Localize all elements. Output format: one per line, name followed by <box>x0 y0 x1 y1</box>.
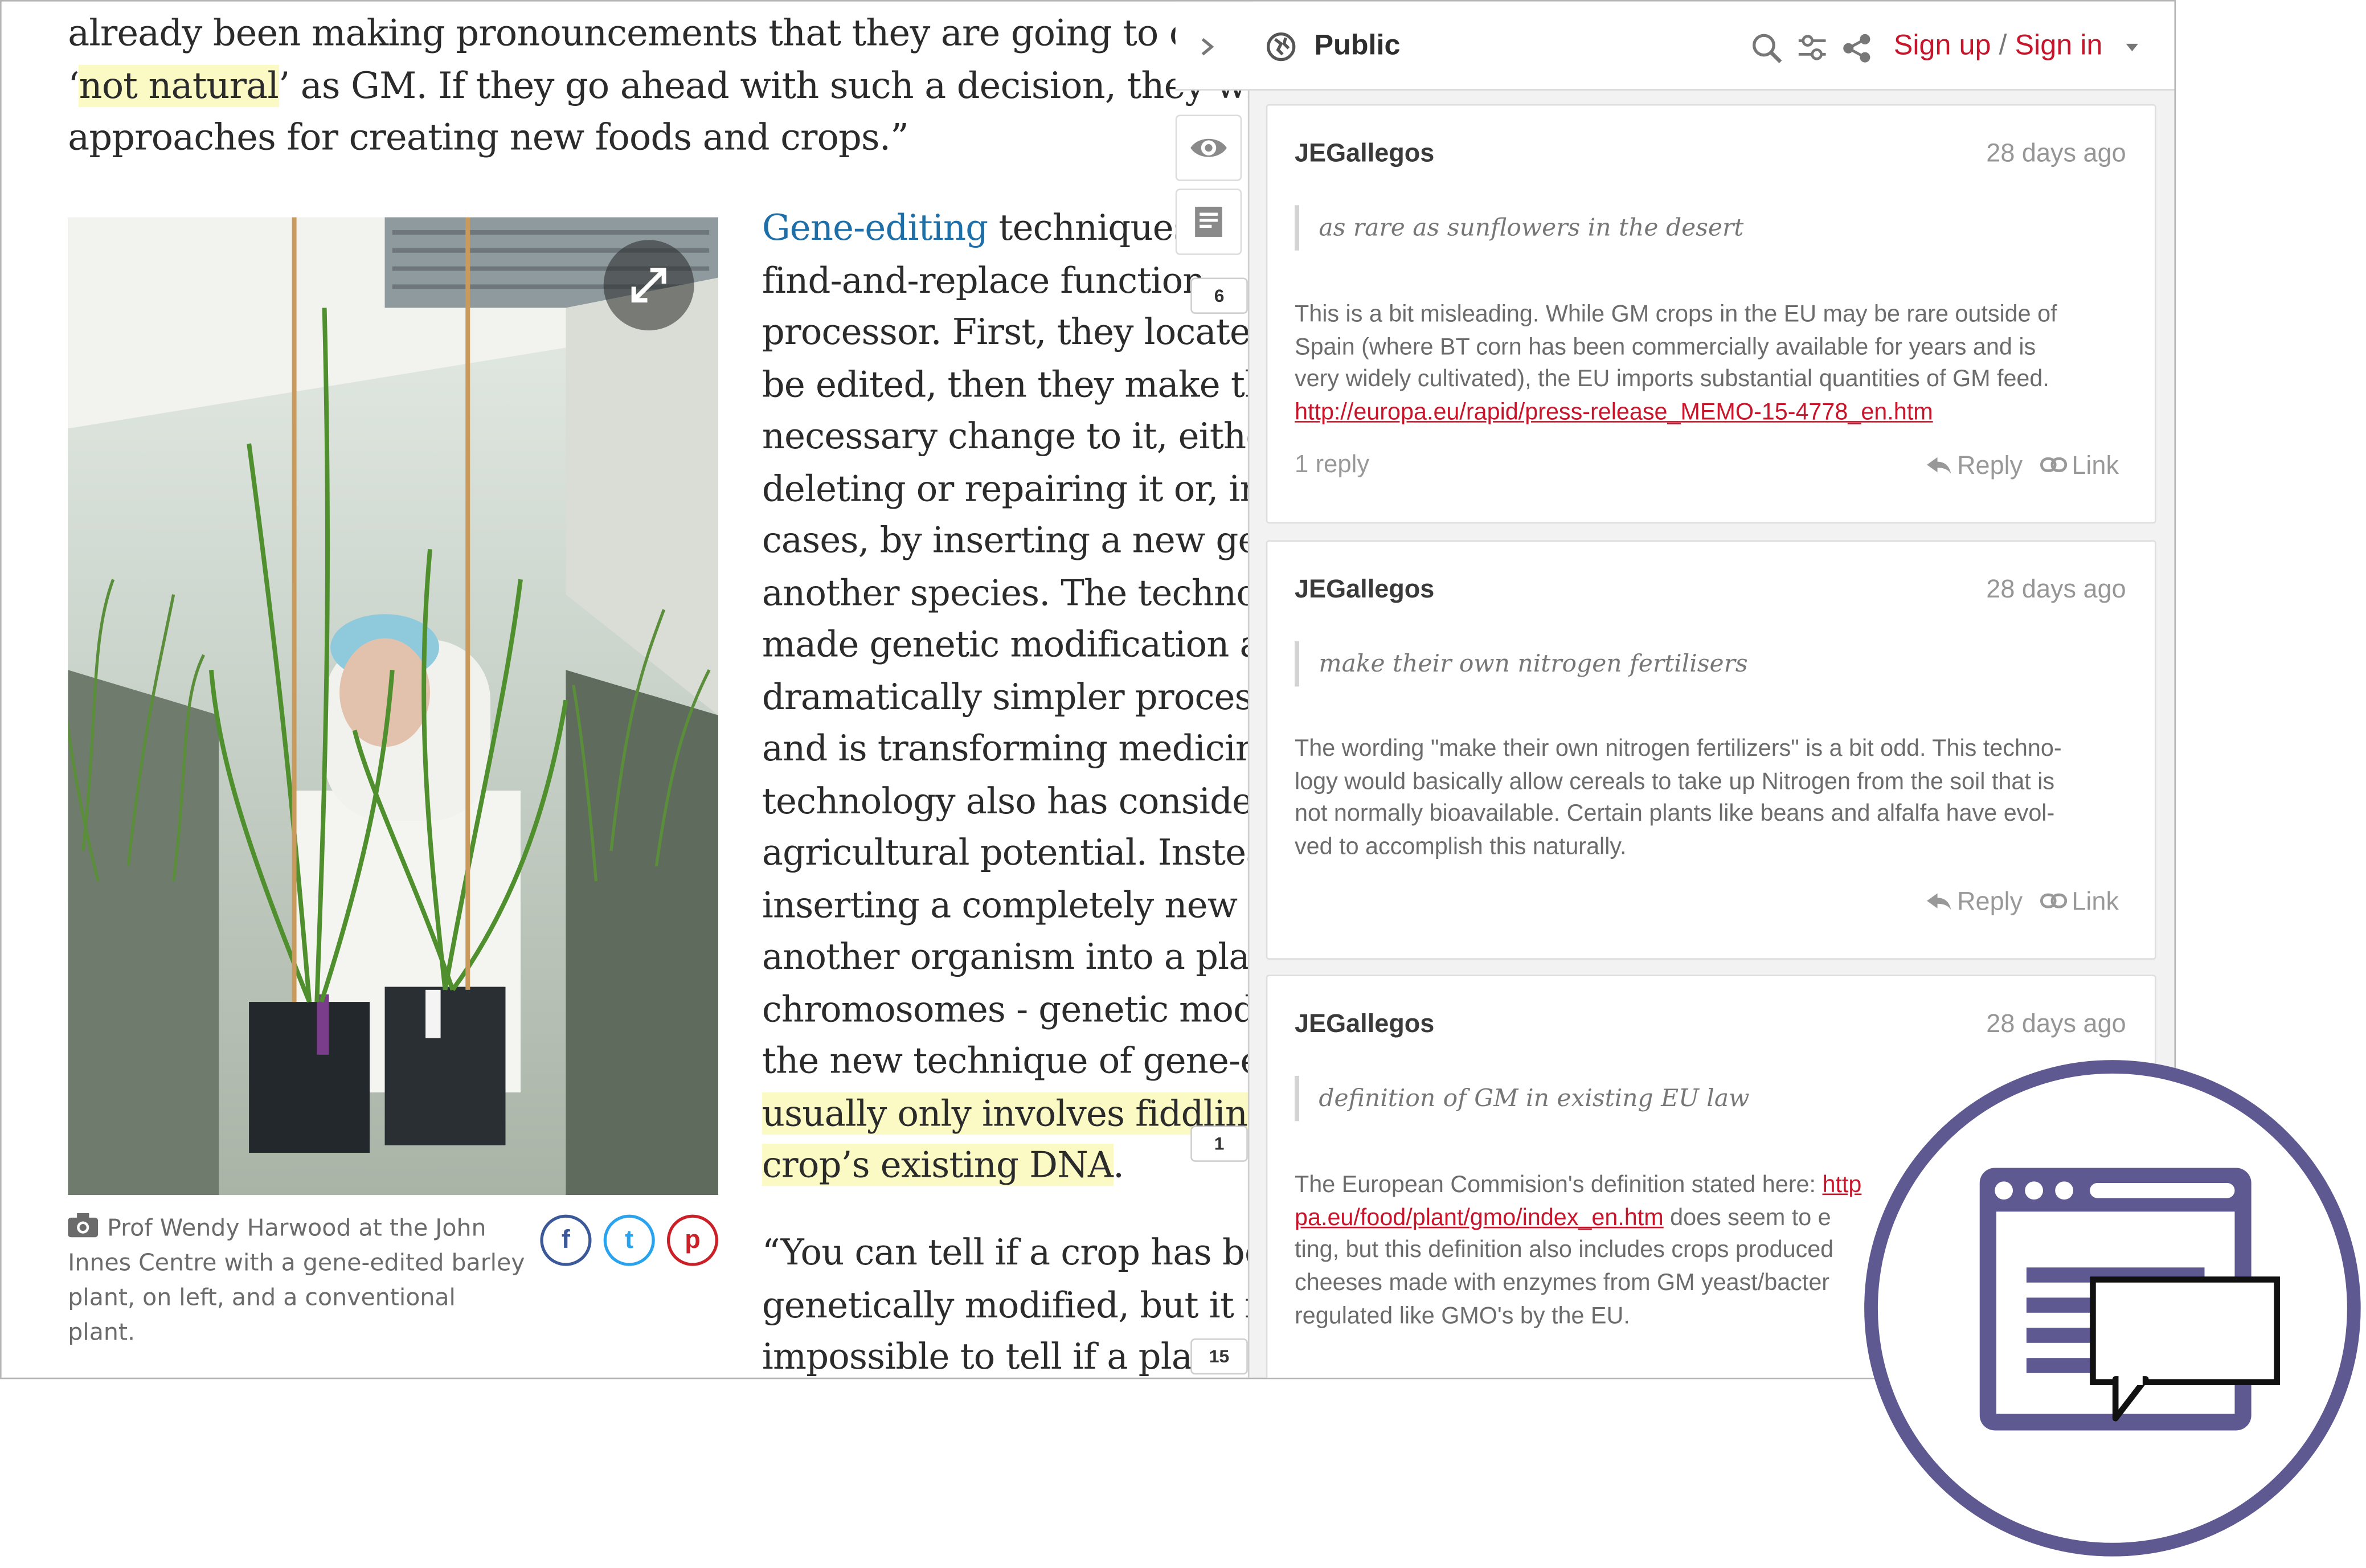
stage: already been making pronouncements that … <box>0 0 2366 1560</box>
annotation-quote: as rare as sunflowers in the desert <box>1295 205 1743 251</box>
filter-icon[interactable] <box>1796 32 1829 65</box>
body-line: the new technique of gene-ed <box>762 1039 1254 1082</box>
auth-links: Sign up / Sign in <box>1893 30 2103 62</box>
annotation-timestamp[interactable]: 28 days ago <box>1986 575 2126 605</box>
body-line: dramatically simpler process t <box>762 675 1254 718</box>
share-link-button[interactable]: Link <box>2040 887 2119 918</box>
reply-icon <box>1927 893 1951 910</box>
annotation-link[interactable]: http://europa.eu/rapid/press-release_MEM… <box>1295 400 1933 425</box>
intro-paragraph: already been making pronouncements that … <box>68 7 1254 163</box>
annotation-body: The wording "make their own nitrogen fer… <box>1295 736 2062 861</box>
annotation-count-badge[interactable]: 6 <box>1190 277 1248 314</box>
sidebar-top-bar: Public Sign up / Sign in <box>1175 1 2175 91</box>
annotation-quote: make their own nitrogen fertilisers <box>1295 641 1748 687</box>
signup-link[interactable]: Sign up <box>1894 30 1991 62</box>
highlighted-text[interactable]: crop’s existing DNA <box>762 1144 1114 1186</box>
reply-icon <box>1927 457 1951 474</box>
highlighted-text[interactable]: usually only involves fiddling <box>762 1091 1254 1134</box>
quote-line: impossible to tell if a plant <box>762 1335 1229 1378</box>
annotation-card[interactable]: JEGallegos 28 days ago as rare as sunflo… <box>1266 104 2156 524</box>
reply-button[interactable]: Reply <box>1925 887 2023 918</box>
intro-line: approaches for creating new foods and cr… <box>68 116 909 159</box>
intro-line: ‘not natural’ as GM. If they go ahead wi… <box>68 64 1254 107</box>
annotation-username[interactable]: JEGallegos <box>1295 139 1434 169</box>
greenhouse-photo <box>68 217 719 1196</box>
annotation-username[interactable]: JEGallegos <box>1295 1009 1434 1039</box>
body-line: be edited, then they make the <box>762 363 1254 406</box>
body-line: find-and-replace function <box>762 259 1206 301</box>
article-quote: “You can tell if a crop has bee genetica… <box>762 1227 1254 1378</box>
body-line: usually only involves fiddling <box>762 1087 1254 1139</box>
annotation-badge-icon <box>1864 1060 2361 1557</box>
body-line: chromosomes - genetic modifi <box>762 987 1254 1030</box>
globe-icon <box>1267 32 1296 62</box>
caption-text: Prof Wendy Harwood at the John Innes Cen… <box>68 1214 525 1346</box>
highlighted-text[interactable]: not natural <box>79 64 279 107</box>
pinterest-share-button[interactable]: p <box>666 1214 719 1266</box>
annotation-card[interactable]: JEGallegos 28 days ago make their own ni… <box>1266 540 2156 960</box>
body-line: and is transforming medicine <box>762 727 1254 770</box>
link-icon <box>2040 893 2068 908</box>
reply-button[interactable]: Reply <box>1925 451 2023 481</box>
annotation-badge <box>1859 1056 2366 1560</box>
annotation-count-badge[interactable]: 1 <box>1190 1125 1248 1162</box>
annotation-link[interactable]: http <box>1822 1172 1861 1198</box>
group-selector[interactable]: Public <box>1314 30 1400 63</box>
share-icon[interactable] <box>1843 33 1873 63</box>
gene-editing-link[interactable]: Gene-editing <box>762 207 988 249</box>
new-page-note-button[interactable] <box>1175 189 1242 255</box>
annotation-username[interactable]: JEGallegos <box>1295 575 1434 605</box>
chevron-right-icon[interactable] <box>1197 35 1218 59</box>
search-icon[interactable] <box>1750 32 1783 65</box>
twitter-share-button[interactable]: t <box>603 1214 655 1266</box>
body-line: crop’s existing DNA. <box>762 1144 1124 1186</box>
annotation-quote: definition of GM in existing EU law <box>1295 1075 1749 1121</box>
body-line: processor. First, they locate a <box>762 310 1254 353</box>
caret-down-icon[interactable] <box>2125 42 2139 54</box>
quote-line: genetically modified, but it is <box>762 1283 1254 1326</box>
annotation-count-badge[interactable]: 15 <box>1190 1338 1248 1375</box>
link-icon <box>2040 457 2068 472</box>
annotation-link[interactable]: pa.eu/food/plant/gmo/index_en.htm <box>1295 1205 1664 1231</box>
body-line: made genetic modification a <box>762 623 1254 666</box>
body-line: necessary change to it, either <box>762 415 1254 457</box>
signin-link[interactable]: Sign in <box>2015 30 2102 62</box>
notes-icon <box>1195 206 1222 237</box>
body-line: deleting or repairing it or, in s <box>762 466 1254 510</box>
intro-line: already been making pronouncements that … <box>68 12 1254 55</box>
body-line: technology also has considera <box>762 779 1254 822</box>
browser-frame: already been making pronouncements that … <box>0 0 2176 1379</box>
expand-image-button[interactable] <box>603 240 694 331</box>
body-line: inserting a completely new ge <box>762 883 1254 926</box>
quote-line: “You can tell if a crop has bee <box>762 1231 1254 1274</box>
article-body: Gene-editing techniques find-and-replace… <box>762 202 1254 1192</box>
replies-count-link[interactable]: 1 reply <box>1295 451 1369 480</box>
annotation-body: This is a bit misleading. While GM crops… <box>1295 301 2057 426</box>
show-highlights-button[interactable] <box>1175 114 1242 181</box>
article: already been making pronouncements that … <box>2 2 1254 1378</box>
eye-icon <box>1190 138 1227 157</box>
camera-icon <box>68 1213 99 1238</box>
annotation-timestamp[interactable]: 28 days ago <box>1986 1009 2126 1039</box>
annotation-timestamp[interactable]: 28 days ago <box>1986 139 2126 169</box>
article-photo[interactable] <box>68 217 719 1196</box>
body-line: another organism into a plant <box>762 935 1254 978</box>
expand-icon <box>631 268 666 303</box>
body-line: another species. The technolo <box>762 571 1254 613</box>
body-line: cases, by inserting a new gene <box>762 519 1254 562</box>
facebook-share-button[interactable]: f <box>540 1214 592 1266</box>
share-link-button[interactable]: Link <box>2040 451 2119 481</box>
body-line: agricultural potential. Instead <box>762 831 1254 874</box>
photo-caption: Prof Wendy Harwood at the John Innes Cen… <box>68 1211 528 1350</box>
